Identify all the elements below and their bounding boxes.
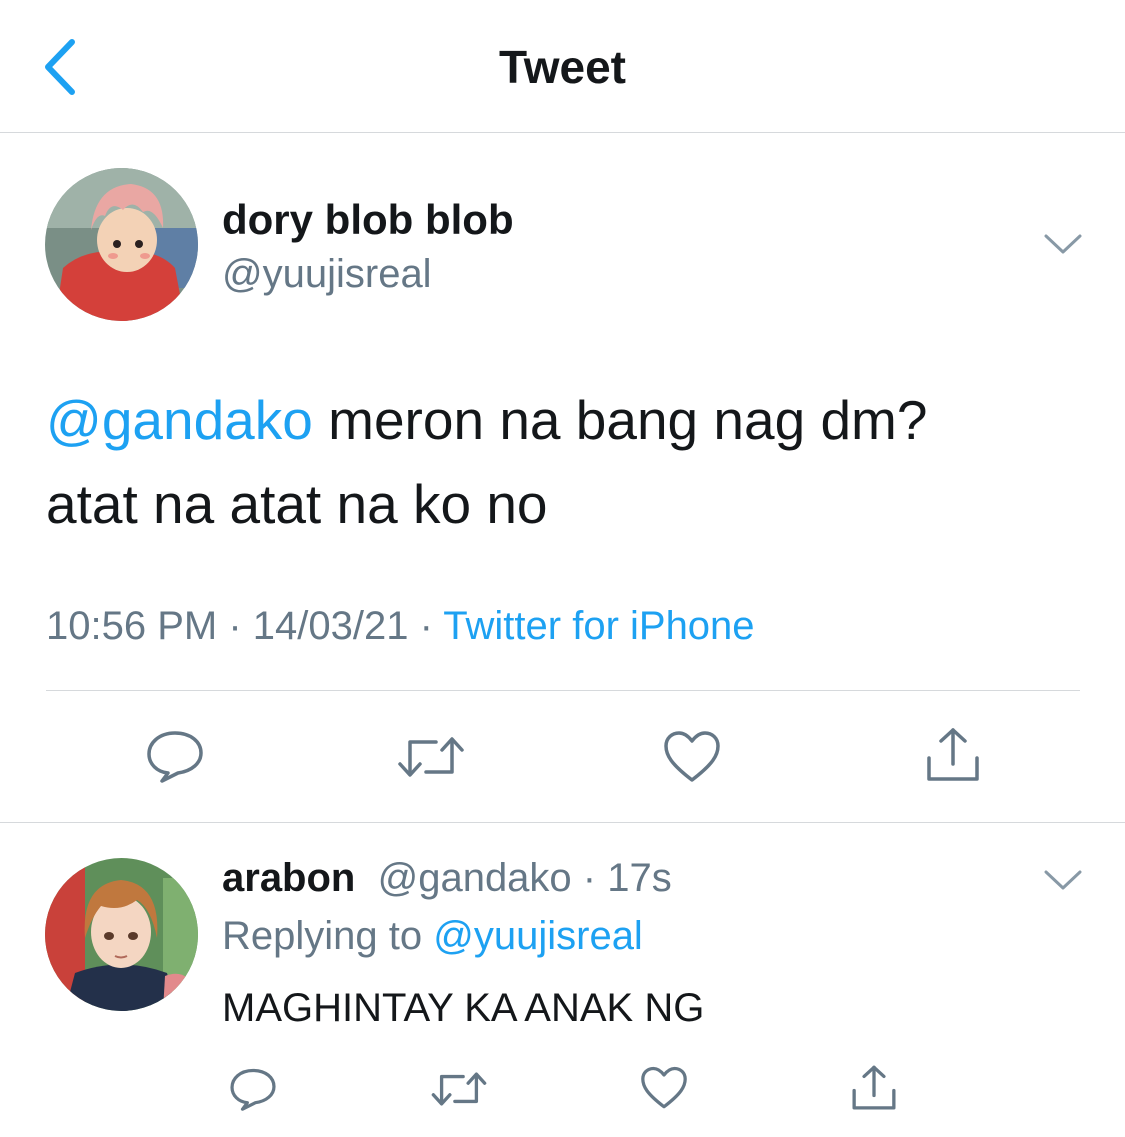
- reply-text: MAGHINTAY KA ANAK NG: [222, 986, 705, 1030]
- tweet-metadata: 10:56 PM · 14/03/21 · Twitter for iPhone: [46, 604, 755, 648]
- tweet-date: 14/03/21: [252, 604, 409, 648]
- share-icon[interactable]: [924, 726, 982, 784]
- replying-label: Replying to: [222, 914, 423, 958]
- reply-icon[interactable]: [228, 1066, 278, 1112]
- tweet-text: @gandako meron na bang nag dm? atat na a…: [46, 378, 1086, 546]
- reply-icon[interactable]: [144, 728, 206, 784]
- chevron-down-icon[interactable]: [1043, 232, 1083, 256]
- tweet-time: 10:56 PM: [46, 604, 218, 648]
- divider: [46, 690, 1080, 691]
- reply-display-name[interactable]: arabon: [222, 856, 355, 900]
- avatar-image: [45, 858, 198, 1011]
- avatar[interactable]: [45, 168, 198, 321]
- reply-age: 17s: [607, 856, 672, 900]
- page-title: Tweet: [499, 41, 626, 93]
- like-icon[interactable]: [640, 1066, 688, 1110]
- reply-header: arabon @gandako · 17s: [222, 856, 672, 901]
- separator-dot: ·: [571, 856, 608, 900]
- share-icon[interactable]: [850, 1064, 898, 1112]
- avatar[interactable]: [45, 858, 198, 1011]
- chevron-down-icon[interactable]: [1043, 868, 1083, 892]
- replying-to: Replying to @yuujisreal: [222, 914, 643, 959]
- user-handle[interactable]: @yuujisreal: [222, 252, 432, 297]
- tweet-text-line1: meron na bang nag dm?: [312, 389, 928, 451]
- reply-handle[interactable]: @gandako: [378, 856, 572, 900]
- tweet-text-line2: atat na atat na ko no: [46, 473, 548, 535]
- divider: [0, 822, 1125, 823]
- retweet-icon[interactable]: [430, 1068, 488, 1110]
- like-icon[interactable]: [663, 730, 721, 784]
- replying-mention-link[interactable]: @yuujisreal: [433, 914, 643, 958]
- display-name[interactable]: dory blob blob: [222, 196, 514, 244]
- mention-link[interactable]: @gandako: [46, 389, 313, 451]
- navigation-header: Tweet: [0, 0, 1125, 133]
- tweet-source-link[interactable]: Twitter for iPhone: [443, 604, 754, 648]
- avatar-image: [45, 168, 198, 321]
- retweet-icon[interactable]: [396, 732, 466, 782]
